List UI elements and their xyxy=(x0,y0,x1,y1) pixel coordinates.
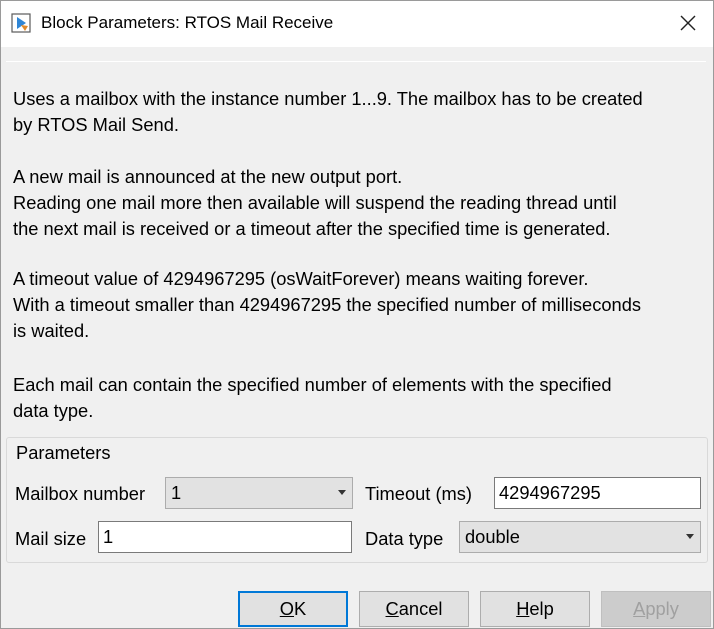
timeout-label: Timeout (ms) xyxy=(365,483,472,504)
window-title: Block Parameters: RTOS Mail Receive xyxy=(41,13,334,32)
cancel-button[interactable]: Cancel xyxy=(359,591,469,627)
simulink-block-icon xyxy=(11,13,31,33)
dialog-window: Block Parameters: RTOS Mail Receive Uses… xyxy=(0,0,714,629)
ok-button[interactable]: OK xyxy=(238,591,348,627)
data-type-select[interactable]: double xyxy=(459,521,701,553)
apply-button[interactable]: Apply xyxy=(601,591,711,627)
ok-mnemonic: O xyxy=(279,598,295,619)
mailbox-number-label: Mailbox number xyxy=(15,483,146,504)
help-mnemonic: H xyxy=(516,598,530,619)
close-icon[interactable] xyxy=(677,12,699,34)
apply-label-rest: pply xyxy=(645,598,679,619)
cancel-label-rest: ancel xyxy=(398,598,443,619)
mail-size-label: Mail size xyxy=(15,528,87,549)
mailbox-number-select[interactable]: 1 xyxy=(165,477,353,509)
description-line: Each mail can contain the specified numb… xyxy=(13,374,612,395)
description-line: the next mail is received or a timeout a… xyxy=(13,218,611,239)
mailbox-number-value: 1 xyxy=(171,482,182,503)
cancel-mnemonic: C xyxy=(385,598,399,619)
apply-mnemonic: A xyxy=(633,598,646,619)
data-type-label: Data type xyxy=(365,528,444,549)
chevron-down-icon xyxy=(686,534,694,539)
help-button[interactable]: Help xyxy=(480,591,590,627)
chevron-down-icon xyxy=(338,490,346,495)
block-description: Uses a mailbox with the instance number … xyxy=(6,61,706,427)
description-line: data type. xyxy=(13,400,94,421)
description-line: A timeout value of 4294967295 (osWaitFor… xyxy=(13,268,589,289)
description-line: With a timeout smaller than 4294967295 t… xyxy=(13,294,641,315)
description-line: Uses a mailbox with the instance number … xyxy=(13,88,643,109)
description-line: is waited. xyxy=(13,320,90,341)
mail-size-input[interactable]: 1 xyxy=(98,521,352,553)
description-line: by RTOS Mail Send. xyxy=(13,114,179,135)
ok-label-rest: K xyxy=(294,598,307,619)
data-type-value: double xyxy=(465,526,520,547)
parameters-group-title: Parameters xyxy=(15,442,112,464)
title-bar: Block Parameters: RTOS Mail Receive xyxy=(1,1,713,47)
description-line: A new mail is announced at the new outpu… xyxy=(13,166,403,187)
help-label-rest: elp xyxy=(529,598,554,619)
description-line: Reading one mail more then available wil… xyxy=(13,192,617,213)
timeout-input[interactable]: 4294967295 xyxy=(494,477,701,509)
